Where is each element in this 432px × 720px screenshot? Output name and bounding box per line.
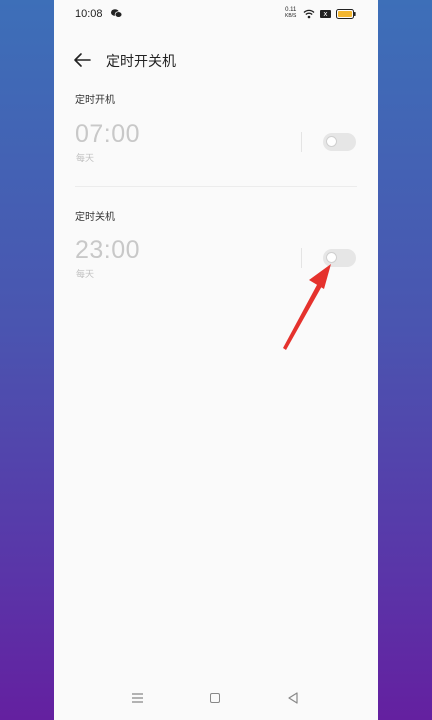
section-divider bbox=[75, 186, 357, 187]
wechat-notification-icon bbox=[111, 9, 122, 18]
network-speed: 0.11 KB/S bbox=[285, 7, 296, 19]
toggle-knob bbox=[326, 252, 337, 263]
navigation-bar bbox=[54, 686, 378, 716]
power-off-toggle[interactable] bbox=[323, 249, 356, 267]
battery-icon bbox=[336, 9, 356, 19]
back-arrow-icon[interactable] bbox=[73, 52, 91, 68]
phone-screen: 10:08 0.11 KB/S x 定时开关机 定时开机 07:00 每天 定时… bbox=[54, 0, 378, 720]
page-header: 定时开关机 bbox=[54, 40, 378, 80]
wifi-icon bbox=[303, 9, 315, 19]
power-off-divider bbox=[301, 248, 302, 268]
power-on-time[interactable]: 07:00 bbox=[75, 120, 140, 149]
power-on-label: 定时开机 bbox=[75, 95, 115, 106]
nav-back-icon[interactable] bbox=[287, 692, 299, 704]
status-bar: 10:08 0.11 KB/S x bbox=[54, 0, 378, 30]
power-on-repeat: 每天 bbox=[76, 154, 95, 164]
status-time: 10:08 bbox=[75, 8, 103, 20]
power-on-toggle[interactable] bbox=[323, 133, 356, 151]
power-off-repeat: 每天 bbox=[76, 270, 95, 280]
home-icon[interactable] bbox=[210, 693, 220, 703]
page-title: 定时开关机 bbox=[106, 54, 176, 70]
menu-icon[interactable] bbox=[131, 692, 144, 704]
power-off-label: 定时关机 bbox=[75, 212, 115, 223]
network-speed-unit: KB/S bbox=[285, 13, 297, 19]
sim-card-icon: x bbox=[320, 10, 331, 18]
toggle-knob bbox=[326, 136, 337, 147]
power-off-time[interactable]: 23:00 bbox=[75, 236, 140, 265]
power-on-divider bbox=[301, 132, 302, 152]
